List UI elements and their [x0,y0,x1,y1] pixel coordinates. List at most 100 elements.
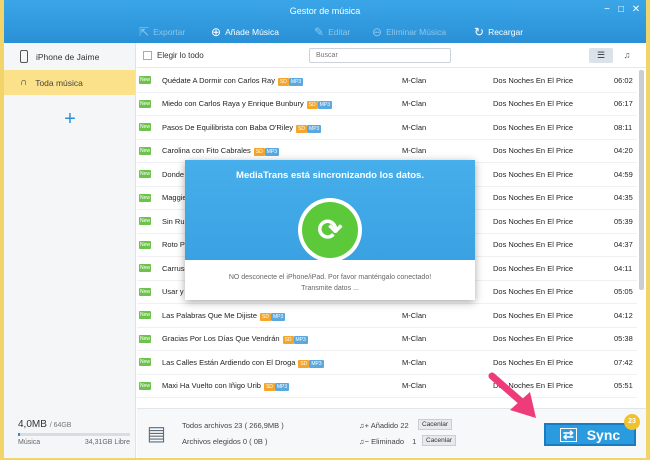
cancel-added-button[interactable]: Cacenlar [418,419,453,430]
song-album: Dos Noches En El Price [493,146,574,156]
headphones-icon: ∩ [20,77,28,88]
song-duration: 06:02 [614,75,633,85]
removed-count: ♫− Eliminado 1 [359,437,416,446]
maximize-button[interactable]: □ [614,4,628,15]
mp3-badge: MP3 [264,148,280,157]
add-music-button[interactable]: ⊕ Añade Música [211,24,279,40]
new-badge: New [139,287,152,296]
add-playlist-button[interactable]: + [58,108,82,132]
song-title: Maxi Ha Vuelto con Iñigo Urib SD MP3 [162,381,290,392]
song-title: Carolina con Fito Cabrales SD MP3 [162,146,280,157]
mp3-badge: MP3 [288,77,304,86]
storage-total: / 64GB [49,422,72,429]
sidebar-item-label: Toda música [35,77,83,88]
song-row[interactable]: New Miedo con Carlos Raya y Enrique Bunb… [137,93,637,116]
minimize-button[interactable]: − [600,4,614,15]
song-row[interactable]: New Maxi Ha Vuelto con Iñigo Urib SD MP3 M… [137,375,637,398]
storage-free: 34,31GB Libre [84,439,130,446]
sidebar: iPhone de Jaime ∩ Toda música + 4,0MB / … [4,43,136,458]
iphone-icon [20,50,28,63]
close-button[interactable]: ✕ [629,4,643,15]
added-label: Añadido [370,421,399,430]
export-label: Exportar [153,27,186,37]
new-badge: New [139,334,152,343]
song-duration: 04:11 [614,263,633,273]
export-icon: ⇱ [139,25,150,39]
song-duration: 07:42 [614,357,633,367]
select-all-label: Elegir lo todo [157,51,204,60]
added-number: 22 [400,421,409,430]
list-view-button[interactable]: ☰ [589,48,613,63]
song-album: Dos Noches En El Price [493,99,574,109]
new-badge: New [139,311,152,319]
selected-files-label: Archivos elegidos [182,437,241,446]
scrollbar[interactable] [639,70,644,290]
song-duration: 04:59 [614,169,633,179]
song-title: Pasos De Equilibrista con Baba O'Riley SD… [162,122,322,133]
song-row[interactable]: New Pasos De Equilibrista con Baba O'Ril… [137,116,637,140]
new-badge: New [139,76,152,84]
device-entry[interactable]: iPhone de Jaime [4,43,135,70]
select-all-checkbox[interactable] [143,51,152,60]
headphones-add-icon: ⊕ [211,25,222,39]
song-duration: 04:12 [614,310,633,320]
song-title-text: Maggie [162,193,187,203]
mp3-badge: MP3 [309,359,324,368]
mp3-badge: MP3 [274,383,290,392]
mp3-badge: MP3 [271,312,286,321]
total-files-size: ( 266,9MB ) [244,421,284,430]
group-view-button[interactable]: ♫ [615,48,639,63]
sync-dialog-title: MediaTrans está sincronizando los datos. [236,170,424,181]
selected-files: Archivos elegidos 0 ( 0B ) [182,437,267,446]
cancel-removed-button[interactable]: Cacenlar [422,435,457,446]
song-album: Dos Noches En El Price [493,310,574,320]
song-artist: M-Clan [402,357,427,367]
sync-warning-text: NO desconecte el iPhone/iPad. Por favor … [228,274,432,281]
sd-badge: SD [306,101,318,110]
mp3-badge: MP3 [293,336,308,345]
song-row[interactable]: New Las Palabras Que Me Dijiste SD MP3 M-C… [137,304,637,328]
song-artist: M-Clan [402,146,427,156]
delete-music-button[interactable]: ⊖ Eliminar Música [372,24,446,40]
song-duration: 05:39 [614,216,633,226]
app-window: Gestor de música − □ ✕ ⇱ Exportar ⊕ Añad… [4,0,646,458]
song-title: Las Palabras Que Me Dijiste SD MP3 [162,311,286,321]
search-input[interactable] [309,48,451,63]
added-count: ♫+ Añadido 22 [359,421,409,430]
edit-button[interactable]: ✎ Editar [314,24,350,40]
song-title: Quédate A Dormir con Carlos Ray SD MP3 [162,76,304,86]
song-artist: M-Clan [402,381,427,391]
song-title-text: Donde [162,169,185,179]
song-album: Dos Noches En El Price [493,287,574,297]
song-artist: M-Clan [402,310,427,320]
sync-arrows-icon: ⟳ [302,202,358,258]
song-title-text: Miedo con Carlos Raya y Enrique Bunbury [162,99,304,109]
list-header: Elegir lo todo ☰ ♫ [137,43,646,68]
song-artist: M-Clan [402,75,427,85]
sync-progress-icon: ⟳ [298,198,362,262]
total-files-count: 23 [234,421,243,430]
sd-badge: SD [282,336,294,345]
song-duration: 05:51 [614,381,633,391]
sync-button[interactable]: ⇄ Sync [544,423,636,446]
headphones-delete-icon: ⊖ [372,25,383,39]
refresh-button[interactable]: ↻ Recargar [474,24,523,40]
new-badge: New [139,217,152,225]
new-badge: New [139,146,152,155]
sd-badge: SD [298,359,310,368]
export-button[interactable]: ⇱ Exportar [139,24,185,40]
add-music-label: Añade Música [225,27,279,37]
song-album: Dos Noches En El Price [493,122,574,132]
song-title-text: Pasos De Equilibrista con Baba O'Riley [162,122,294,132]
total-files-label: Todos archivos [182,421,233,430]
refresh-label: Recargar [488,27,524,37]
pointer-arrow-icon [488,372,536,418]
song-artist: M-Clan [402,122,427,132]
song-row[interactable]: New Quédate A Dormir con Carlos Ray SD MP3… [137,69,637,93]
song-row[interactable]: New Las Calles Están Ardiendo con El Dro… [137,351,637,375]
storage-info: 4,0MB / 64GB Música 34,31GB Libre [18,419,130,446]
song-duration: 05:38 [614,334,633,344]
song-album: Dos Noches En El Price [493,357,574,367]
song-row[interactable]: New Gracias Por Los Días Que Vendrán SD MP… [137,328,637,351]
sidebar-item-all-music[interactable]: ∩ Toda música [4,70,135,95]
